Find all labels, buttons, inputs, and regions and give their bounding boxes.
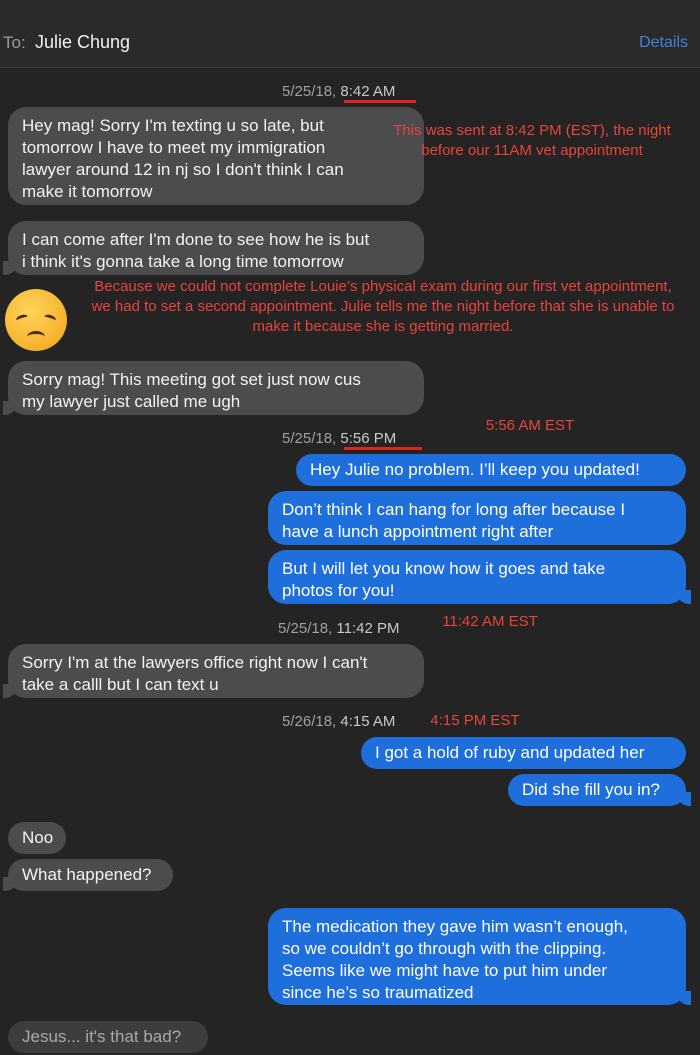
annotation-sent-time: This was sent at 8:42 PM (EST), the nigh… bbox=[393, 122, 671, 159]
timestamp: 5/25/18, 5:56 PM bbox=[282, 430, 396, 447]
message-bubble-outgoing[interactable]: I got a hold of ruby and updated her bbox=[361, 737, 686, 769]
message-bubble-incoming[interactable]: Sorry mag! This meeting got set just now… bbox=[3, 361, 424, 415]
message-bubble-incoming[interactable]: What happened? bbox=[3, 859, 173, 891]
timestamp: 5/25/18, 11:42 PM bbox=[278, 620, 399, 637]
timestamp-time: 5:56 PM bbox=[340, 430, 397, 447]
conversation-header: To: Julie Chung Details bbox=[0, 0, 700, 68]
annotation-context: Because we could not complete Louie’s ph… bbox=[91, 278, 675, 335]
message-bubble-incoming[interactable]: Sorry I'm at the lawyers office right no… bbox=[3, 644, 424, 698]
message-bubble-incoming[interactable]: Hey mag! Sorry I'm texting u so late, bu… bbox=[8, 107, 424, 205]
message-bubble-incoming[interactable]: I can come after I'm done to see how he … bbox=[3, 221, 424, 275]
message-bubble-incoming[interactable]: Noo bbox=[8, 822, 66, 854]
message-bubble-outgoing[interactable]: But I will let you know how it goes and … bbox=[268, 550, 691, 604]
timestamp-date: 5/25/18, bbox=[282, 430, 341, 447]
message-bubble-outgoing[interactable]: Hey Julie no problem. I’ll keep you upda… bbox=[296, 454, 686, 486]
message-bubble-incoming[interactable]: Jesus... it's that bad? bbox=[8, 1021, 208, 1053]
timestamp: 5/25/18, 8:42 AM bbox=[282, 83, 395, 100]
to-label: To: bbox=[3, 33, 26, 52]
timestamp-time: 4:15 AM bbox=[340, 713, 396, 730]
message-bubble-outgoing[interactable]: Did she fill you in? bbox=[508, 774, 691, 806]
disappointed-face-icon bbox=[5, 289, 67, 351]
timestamp-date: 5/25/18, bbox=[282, 83, 341, 100]
timestamp-date: 5/25/18, bbox=[278, 620, 337, 637]
timestamp: 5/26/18, 4:15 AM bbox=[282, 713, 395, 730]
annotation-est-time: 4:15 PM EST bbox=[430, 712, 520, 729]
recipient-name[interactable]: Julie Chung bbox=[35, 32, 130, 53]
timestamp-date: 5/26/18, bbox=[282, 713, 341, 730]
message-bubble-outgoing[interactable]: Don’t think I can hang for long after be… bbox=[268, 491, 686, 545]
timestamp-time: 8:42 AM bbox=[340, 83, 396, 100]
message-bubble-outgoing[interactable]: The medication they gave him wasn’t enou… bbox=[268, 908, 691, 1005]
red-underline bbox=[344, 447, 422, 450]
annotation-est-time: 5:56 AM EST bbox=[485, 417, 575, 434]
red-underline bbox=[344, 100, 416, 103]
timestamp-time: 11:42 PM bbox=[336, 620, 400, 637]
annotation-est-time: 11:42 AM EST bbox=[442, 613, 538, 630]
details-button[interactable]: Details bbox=[639, 34, 688, 52]
